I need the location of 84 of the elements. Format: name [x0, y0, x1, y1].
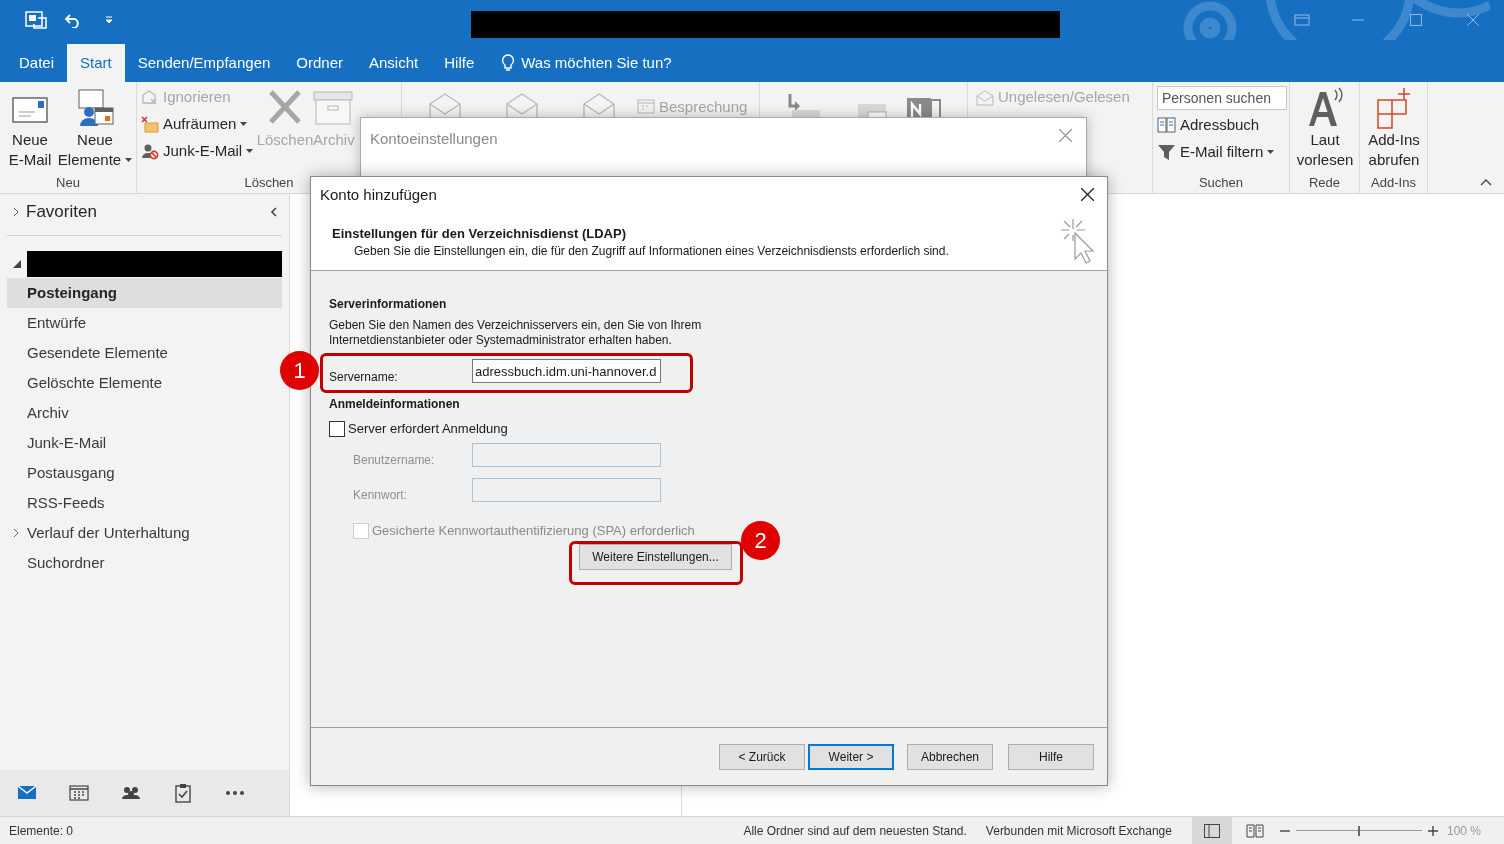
group-label: Löschen	[243, 174, 295, 192]
folder-item[interactable]: Verlauf der Unterhaltung	[7, 518, 282, 548]
address-book-icon	[1157, 116, 1177, 134]
group-label: Rede	[1307, 174, 1342, 192]
folder-item[interactable]: Postausgang	[7, 458, 282, 488]
folder-item[interactable]: Suchordner	[7, 548, 282, 578]
more-settings-button[interactable]: Weitere Einstellungen...	[579, 544, 732, 570]
reading-view-icon[interactable]	[1245, 823, 1264, 838]
dialog-button[interactable]: Weiter >	[808, 743, 894, 770]
ribbon-button[interactable]: Neue E-Mail	[4, 86, 56, 173]
folder-item[interactable]: Gelöschte Elemente	[7, 368, 282, 398]
folder-item[interactable]: Gesendete Elemente	[7, 338, 282, 368]
dropdown-caret-icon	[125, 158, 133, 162]
task-clipboard-icon[interactable]	[173, 783, 193, 803]
menu-tab[interactable]: Senden/Empfangen	[124, 44, 284, 82]
lightbulb-icon	[501, 54, 516, 72]
dialog-heading: Einstellungen für den Verzeichnisdienst (LDAP)	[332, 225, 626, 243]
folder-item[interactable]: Junk-E-Mail	[7, 428, 282, 458]
dialog-subheading: Geben Sie die Einstellungen ein, die für den Zugriff auf Informationen eines Verzeichnisdiensts erforderlich sind.	[354, 243, 949, 260]
search-field[interactable]: Personen suchen	[1157, 86, 1287, 110]
menu-tab[interactable]: Start	[67, 44, 125, 82]
section-heading: Anmeldeinformationen	[329, 396, 460, 413]
read-envelope-icon	[976, 89, 994, 106]
junk-mail-icon	[141, 142, 159, 160]
normal-view-button[interactable]	[1191, 816, 1232, 844]
tell-me-search[interactable]: Was möchten Sie tun?	[521, 51, 672, 75]
ribbon-button[interactable]: Junk-E-Mail	[141, 140, 257, 162]
calendar-grid-icon[interactable]	[69, 783, 89, 803]
dialog-title: Kontoeinstellungen	[370, 129, 498, 149]
checkbox-label: Server erfordert Anmeldung	[348, 420, 508, 438]
filter-funnel-icon	[1157, 143, 1177, 161]
ribbon-button[interactable]: Neue Elemente	[56, 86, 134, 173]
favorites-header[interactable]: Favoriten	[26, 199, 270, 225]
ribbon-button[interactable]: Adressbuch	[1157, 113, 1285, 137]
ignore-icon	[141, 88, 159, 106]
collapse-pane-icon[interactable]	[270, 207, 277, 217]
cleanup-icon	[141, 115, 159, 133]
checkbox-label: Gesicherte Kennwortauthentifizierung (SPA) erforderlich	[372, 522, 695, 540]
ribbon-button[interactable]: Aufräumen	[141, 113, 257, 135]
field-label: Benutzername:	[353, 452, 435, 469]
expand-caret-icon[interactable]	[13, 207, 19, 217]
zoom-in-icon[interactable]	[1427, 825, 1438, 836]
field-label: Kennwort:	[353, 487, 408, 504]
field-label: Servername:	[329, 369, 398, 386]
folder-item[interactable]: Entwürfe	[7, 308, 282, 338]
close-icon[interactable]	[1081, 188, 1094, 201]
instruction-text: Geben Sie den Namen des Verzeichnisservers ein, den Sie von Ihrem Internetdienstanbieter oder Systemadministrator erhalten haben.	[329, 318, 703, 348]
folder-item[interactable]: RSS-Feeds	[7, 488, 282, 518]
ribbon-button[interactable]: Add-Ins abrufen	[1364, 86, 1424, 173]
folder-item[interactable]: Archiv	[7, 398, 282, 428]
menu-tab[interactable]: Hilfe	[431, 44, 488, 82]
checkbox[interactable]	[329, 420, 345, 437]
sync-status: Alle Ordner sind auf dem neuesten Stand.	[743, 822, 967, 840]
maximize-icon[interactable]	[1410, 14, 1422, 26]
dialog-button[interactable]: Abbrechen	[907, 743, 993, 770]
expand-caret-icon[interactable]	[13, 528, 19, 538]
dialog-title: Konto hinzufügen	[320, 184, 437, 205]
menu-tab[interactable]: Datei	[6, 44, 68, 82]
zoom-slider[interactable]	[1295, 825, 1422, 836]
dropdown-caret-icon	[1267, 150, 1275, 154]
ribbon-button[interactable]: E-Mail filtern	[1157, 140, 1285, 164]
normal-view-icon	[1203, 823, 1220, 838]
undo-icon[interactable]	[64, 12, 82, 28]
collapse-ribbon-icon[interactable]	[1480, 179, 1492, 186]
group-label: Neu	[55, 174, 81, 192]
group-label: Add-Ins	[1370, 174, 1417, 192]
server-name-field[interactable]: adressbuch.idm.uni-hannover.d	[472, 359, 661, 383]
connection-status: Verbunden mit Microsoft Exchange	[985, 822, 1172, 840]
ribbon-button[interactable]: Laut vorlesen	[1294, 86, 1356, 173]
item-count: Elemente: 0	[9, 822, 74, 840]
zoom-level: 100 %	[1446, 822, 1481, 840]
menu-tab[interactable]: Ordner	[283, 44, 356, 82]
customize-caret-icon[interactable]	[105, 16, 113, 24]
dialog-button[interactable]: < Zurück	[719, 743, 805, 770]
section-heading: Serverinformationen	[329, 296, 447, 313]
dropdown-caret-icon	[246, 149, 254, 153]
slider-thumb[interactable]	[1357, 825, 1360, 836]
dialog-button[interactable]: Hilfe	[1008, 743, 1094, 770]
collapse-triangle-icon[interactable]	[13, 260, 21, 268]
group-label: Suchen	[1197, 174, 1245, 192]
meeting-calendar-icon	[637, 98, 655, 114]
folder-item[interactable]: Posteingang	[7, 278, 282, 308]
menu-tab[interactable]: Ansicht	[356, 44, 432, 82]
dropdown-caret-icon	[240, 122, 248, 126]
